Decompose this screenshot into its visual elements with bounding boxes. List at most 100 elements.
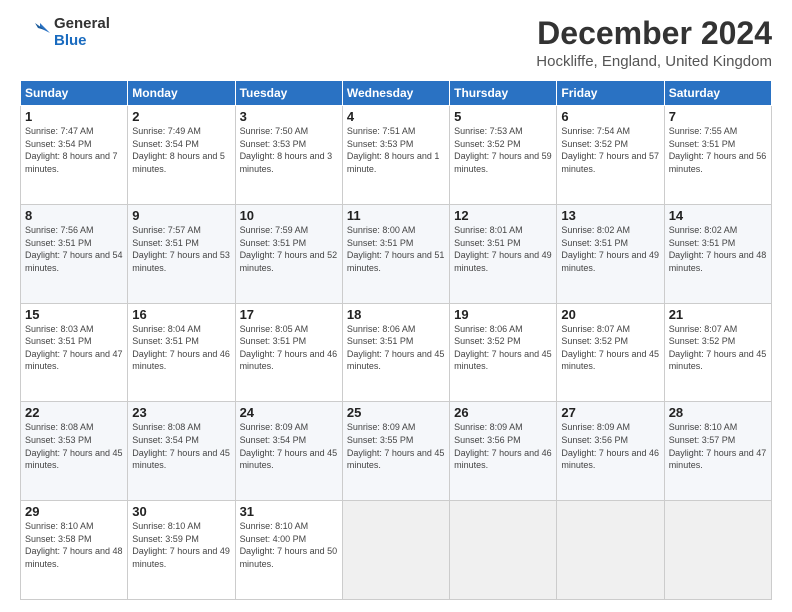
day-number: 13: [561, 208, 659, 223]
day-number: 23: [132, 405, 230, 420]
calendar-cell: 3Sunrise: 7:50 AMSunset: 3:53 PMDaylight…: [235, 106, 342, 205]
day-number: 16: [132, 307, 230, 322]
day-number: 6: [561, 109, 659, 124]
logo-general-label: General: [54, 16, 110, 33]
calendar-cell: 13 Sunrise: 8:02 AMSunset: 3:51 PMDayligh…: [557, 204, 664, 303]
page: General Blue December 2024 Hockliffe, En…: [0, 0, 792, 612]
day-detail: Sunrise: 8:08 AMSunset: 3:54 PMDaylight:…: [132, 422, 230, 470]
day-detail: Sunrise: 8:05 AMSunset: 3:51 PMDaylight:…: [240, 324, 338, 372]
day-number: 20: [561, 307, 659, 322]
day-detail: Sunrise: 8:08 AMSunset: 3:53 PMDaylight:…: [25, 422, 123, 470]
calendar-cell: 20 Sunrise: 8:07 AMSunset: 3:52 PMDayligh…: [557, 303, 664, 402]
day-number: 26: [454, 405, 552, 420]
day-number: 12: [454, 208, 552, 223]
week-row-2: 8 Sunrise: 7:56 AMSunset: 3:51 PMDaylight…: [21, 204, 772, 303]
calendar-cell: 24 Sunrise: 8:09 AMSunset: 3:54 PMDayligh…: [235, 402, 342, 501]
calendar-cell: 27Sunrise: 8:09 AMSunset: 3:56 PMDayligh…: [557, 402, 664, 501]
calendar-cell: 11 Sunrise: 8:00 AMSunset: 3:51 PMDayligh…: [342, 204, 449, 303]
day-detail: Sunrise: 8:02 AMSunset: 3:51 PMDaylight:…: [561, 225, 659, 273]
day-number: 28: [669, 405, 767, 420]
calendar-cell: 30 Sunrise: 8:10 AMSunset: 3:59 PMDayligh…: [128, 501, 235, 600]
day-number: 1: [25, 109, 123, 124]
day-number: 25: [347, 405, 445, 420]
day-detail: Sunrise: 7:47 AMSunset: 3:54 PMDaylight:…: [25, 126, 118, 174]
calendar-cell: 14Sunrise: 8:02 AMSunset: 3:51 PMDayligh…: [664, 204, 771, 303]
day-number: 8: [25, 208, 123, 223]
day-detail: Sunrise: 8:04 AMSunset: 3:51 PMDaylight:…: [132, 324, 230, 372]
calendar-cell: 9Sunrise: 7:57 AMSunset: 3:51 PMDaylight…: [128, 204, 235, 303]
calendar-cell: 1 Sunrise: 7:47 AMSunset: 3:54 PMDaylight…: [21, 106, 128, 205]
header-saturday: Saturday: [664, 81, 771, 106]
logo-blue-label: Blue: [54, 33, 110, 50]
day-number: 2: [132, 109, 230, 124]
calendar-cell: 31 Sunrise: 8:10 AMSunset: 4:00 PMDayligh…: [235, 501, 342, 600]
calendar-cell: [342, 501, 449, 600]
day-number: 15: [25, 307, 123, 322]
day-detail: Sunrise: 8:10 AMSunset: 3:58 PMDaylight:…: [25, 521, 123, 569]
day-number: 30: [132, 504, 230, 519]
week-row-1: 1 Sunrise: 7:47 AMSunset: 3:54 PMDaylight…: [21, 106, 772, 205]
day-number: 10: [240, 208, 338, 223]
calendar-cell: 16 Sunrise: 8:04 AMSunset: 3:51 PMDayligh…: [128, 303, 235, 402]
day-number: 24: [240, 405, 338, 420]
day-detail: Sunrise: 7:55 AMSunset: 3:51 PMDaylight:…: [669, 126, 767, 174]
logo-text: General Blue: [54, 16, 110, 49]
day-detail: Sunrise: 8:00 AMSunset: 3:51 PMDaylight:…: [347, 225, 445, 273]
calendar-cell: [557, 501, 664, 600]
calendar-cell: 25Sunrise: 8:09 AMSunset: 3:55 PMDayligh…: [342, 402, 449, 501]
calendar-cell: 21Sunrise: 8:07 AMSunset: 3:52 PMDayligh…: [664, 303, 771, 402]
day-number: 22: [25, 405, 123, 420]
day-number: 14: [669, 208, 767, 223]
calendar-cell: 5Sunrise: 7:53 AMSunset: 3:52 PMDaylight…: [450, 106, 557, 205]
logo: General Blue: [20, 16, 110, 49]
header-thursday: Thursday: [450, 81, 557, 106]
header-sunday: Sunday: [21, 81, 128, 106]
day-number: 9: [132, 208, 230, 223]
day-detail: Sunrise: 8:10 AMSunset: 4:00 PMDaylight:…: [240, 521, 338, 569]
calendar-cell: 28Sunrise: 8:10 AMSunset: 3:57 PMDayligh…: [664, 402, 771, 501]
calendar-title: December 2024: [536, 16, 772, 51]
day-detail: Sunrise: 8:03 AMSunset: 3:51 PMDaylight:…: [25, 324, 123, 372]
day-detail: Sunrise: 8:09 AMSunset: 3:54 PMDaylight:…: [240, 422, 338, 470]
day-number: 17: [240, 307, 338, 322]
calendar-cell: 10 Sunrise: 7:59 AMSunset: 3:51 PMDayligh…: [235, 204, 342, 303]
day-number: 4: [347, 109, 445, 124]
day-detail: Sunrise: 8:10 AMSunset: 3:59 PMDaylight:…: [132, 521, 230, 569]
day-number: 31: [240, 504, 338, 519]
calendar-cell: 26 Sunrise: 8:09 AMSunset: 3:56 PMDayligh…: [450, 402, 557, 501]
week-row-5: 29 Sunrise: 8:10 AMSunset: 3:58 PMDayligh…: [21, 501, 772, 600]
header-monday: Monday: [128, 81, 235, 106]
day-number: 11: [347, 208, 445, 223]
day-detail: Sunrise: 8:06 AMSunset: 3:52 PMDaylight:…: [454, 324, 552, 372]
day-detail: Sunrise: 7:54 AMSunset: 3:52 PMDaylight:…: [561, 126, 659, 174]
calendar-cell: 4Sunrise: 7:51 AMSunset: 3:53 PMDaylight…: [342, 106, 449, 205]
day-detail: Sunrise: 7:53 AMSunset: 3:52 PMDaylight:…: [454, 126, 552, 174]
day-number: 19: [454, 307, 552, 322]
day-number: 7: [669, 109, 767, 124]
calendar-cell: 8 Sunrise: 7:56 AMSunset: 3:51 PMDaylight…: [21, 204, 128, 303]
calendar-cell: [450, 501, 557, 600]
calendar-cell: 15 Sunrise: 8:03 AMSunset: 3:51 PMDayligh…: [21, 303, 128, 402]
day-number: 3: [240, 109, 338, 124]
calendar-cell: [664, 501, 771, 600]
day-number: 18: [347, 307, 445, 322]
calendar-cell: 17 Sunrise: 8:05 AMSunset: 3:51 PMDayligh…: [235, 303, 342, 402]
day-detail: Sunrise: 8:07 AMSunset: 3:52 PMDaylight:…: [669, 324, 767, 372]
calendar-cell: 18 Sunrise: 8:06 AMSunset: 3:51 PMDayligh…: [342, 303, 449, 402]
title-block: December 2024 Hockliffe, England, United…: [536, 16, 772, 70]
calendar-cell: 6 Sunrise: 7:54 AMSunset: 3:52 PMDaylight…: [557, 106, 664, 205]
day-detail: Sunrise: 8:06 AMSunset: 3:51 PMDaylight:…: [347, 324, 445, 372]
day-number: 29: [25, 504, 123, 519]
calendar-cell: 29 Sunrise: 8:10 AMSunset: 3:58 PMDayligh…: [21, 501, 128, 600]
day-detail: Sunrise: 8:07 AMSunset: 3:52 PMDaylight:…: [561, 324, 659, 372]
day-number: 27: [561, 405, 659, 420]
calendar-cell: 7 Sunrise: 7:55 AMSunset: 3:51 PMDaylight…: [664, 106, 771, 205]
day-detail: Sunrise: 7:59 AMSunset: 3:51 PMDaylight:…: [240, 225, 338, 273]
calendar-cell: 2Sunrise: 7:49 AMSunset: 3:54 PMDaylight…: [128, 106, 235, 205]
day-detail: Sunrise: 7:56 AMSunset: 3:51 PMDaylight:…: [25, 225, 123, 273]
day-detail: Sunrise: 8:09 AMSunset: 3:56 PMDaylight:…: [454, 422, 552, 470]
header: General Blue December 2024 Hockliffe, En…: [20, 16, 772, 70]
header-tuesday: Tuesday: [235, 81, 342, 106]
header-row: Sunday Monday Tuesday Wednesday Thursday…: [21, 81, 772, 106]
calendar-cell: 22 Sunrise: 8:08 AMSunset: 3:53 PMDayligh…: [21, 402, 128, 501]
